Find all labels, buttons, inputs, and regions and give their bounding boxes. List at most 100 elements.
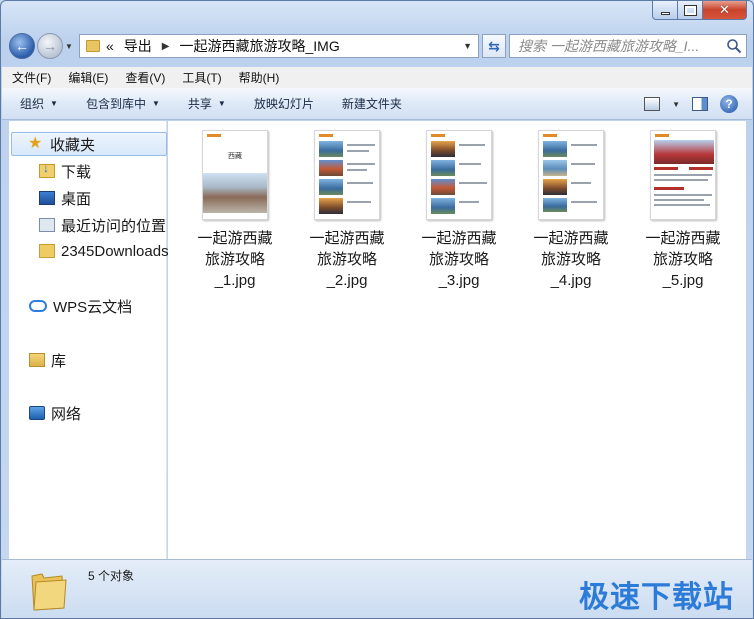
- thumbnail-text-line: [347, 201, 371, 203]
- address-bar[interactable]: « 导出 ▶ 一起游西藏旅游攻略_IMG ▼: [79, 34, 479, 58]
- maximize-button[interactable]: [678, 1, 703, 20]
- sidebar-favorites-label: 收藏夹: [50, 136, 96, 154]
- file-name-line: _4.jpg: [550, 272, 592, 289]
- breadcrumb-current-folder[interactable]: 一起游西藏旅游攻略_IMG: [180, 36, 340, 56]
- address-dropdown-icon[interactable]: ▼: [463, 41, 472, 51]
- preview-pane-icon[interactable]: [692, 97, 708, 111]
- minimize-icon: [660, 11, 670, 15]
- thumbnail-photo: [543, 179, 567, 195]
- cloud-icon: [29, 300, 47, 312]
- file-name: 一起游西藏 旅游攻略 _5.jpg: [633, 228, 733, 291]
- file-thumbnail: [314, 130, 380, 220]
- share-button[interactable]: 共享 ▼: [188, 95, 226, 112]
- chevron-down-icon: ▼: [151, 99, 160, 108]
- file-name-line: _5.jpg: [662, 272, 704, 289]
- menu-view[interactable]: 查看(V): [125, 69, 165, 86]
- back-button[interactable]: ←: [9, 33, 35, 59]
- include-in-library-button[interactable]: 包含到库中 ▼: [86, 95, 160, 112]
- sidebar-item-label: 2345Downloads: [61, 242, 169, 260]
- sidebar-item-downloads[interactable]: 下载: [39, 159, 91, 183]
- folder-icon: [31, 573, 67, 611]
- file-name-line: 旅游攻略: [652, 251, 713, 268]
- sidebar-item-libraries[interactable]: 库: [29, 348, 66, 372]
- thumbnail-text-line: [654, 199, 704, 201]
- watermark-text: 极速下载站: [579, 580, 734, 615]
- chevron-down-icon: ▼: [50, 99, 58, 108]
- share-label: 共享: [187, 97, 212, 111]
- thumbnail-photo: [319, 141, 343, 157]
- thumbnail-photo: [543, 141, 567, 157]
- search-icon[interactable]: [726, 38, 742, 54]
- file-name-line: 旅游攻略: [540, 251, 601, 268]
- file-name-line: 一起游西藏: [533, 230, 609, 247]
- thumbnail-photo: [431, 198, 455, 214]
- new-folder-button[interactable]: 新建文件夹: [342, 95, 402, 112]
- item-count: 5 个对象: [88, 569, 135, 583]
- file-name-line: 旅游攻略: [316, 251, 377, 268]
- view-options-dropdown-icon[interactable]: ▼: [672, 100, 680, 109]
- thumbnail-text-line: [654, 194, 712, 196]
- menu-bar: 文件(F) 编辑(E) 查看(V) 工具(T) 帮助(H): [2, 67, 752, 88]
- star-icon: ★: [28, 135, 43, 152]
- thumbnail-text-line: [654, 204, 710, 206]
- help-icon[interactable]: ?: [720, 95, 738, 113]
- file-name: 一起游西藏 旅游攻略 _1.jpg: [185, 228, 285, 291]
- minimize-button[interactable]: [652, 1, 678, 20]
- thumbnail-photo: [319, 198, 343, 214]
- close-button[interactable]: ✕: [703, 1, 747, 20]
- explorer-window: ✕ ← → ▼ « 导出 ▶ 一起游西藏旅游攻略_IMG ▼ ⇆ 搜索 一起游西…: [0, 0, 754, 619]
- address-overflow[interactable]: «: [106, 38, 114, 54]
- file-item[interactable]: 一起游西藏 旅游攻略 _5.jpg: [633, 130, 733, 291]
- library-icon: [29, 353, 45, 367]
- organize-button[interactable]: 组织 ▼: [20, 95, 58, 112]
- forward-arrow-icon: →: [43, 38, 57, 54]
- search-input[interactable]: 搜索 一起游西藏旅游攻略_I...: [509, 34, 747, 58]
- refresh-button[interactable]: ⇆: [482, 34, 506, 58]
- thumbnail-cover-title: 西藏: [228, 152, 242, 160]
- desktop-icon: [39, 191, 55, 205]
- sidebar-item-favorites[interactable]: ★ 收藏夹: [11, 132, 167, 156]
- thumbnail-text-line: [347, 150, 369, 152]
- file-name: 一起游西藏 旅游攻略 _4.jpg: [521, 228, 621, 291]
- file-item[interactable]: 一起游西藏 旅游攻略 _4.jpg: [521, 130, 621, 291]
- sidebar-item-recent-places[interactable]: 最近访问的位置: [39, 213, 166, 237]
- sidebar-item-wps-cloud[interactable]: WPS云文档: [29, 294, 132, 318]
- chevron-down-icon: ▼: [217, 99, 226, 108]
- thumbnail-text-line: [459, 144, 485, 146]
- thumbnail-photo: [543, 198, 567, 212]
- thumbnail-text-line: [654, 174, 712, 176]
- sidebar-item-desktop[interactable]: 桌面: [39, 186, 91, 210]
- maximize-icon: [683, 4, 697, 16]
- sidebar-item-label: 桌面: [61, 190, 92, 208]
- slideshow-button[interactable]: 放映幻灯片: [254, 95, 314, 112]
- file-thumbnail: [426, 130, 492, 220]
- organize-label: 组织: [20, 97, 45, 111]
- file-item[interactable]: 西藏 一起游西藏 旅游攻略 _1.jpg: [185, 130, 285, 291]
- thumbnail-photo: [203, 173, 267, 213]
- thumbnail-text-line: [347, 144, 375, 146]
- menu-file[interactable]: 文件(F): [12, 69, 51, 86]
- file-item[interactable]: 一起游西藏 旅游攻略 _2.jpg: [297, 130, 397, 291]
- file-item[interactable]: 一起游西藏 旅游攻略 _3.jpg: [409, 130, 509, 291]
- change-view-icon[interactable]: [644, 97, 661, 111]
- view-controls: ▼ ?: [644, 95, 738, 113]
- file-name-line: 一起游西藏: [197, 230, 273, 247]
- sidebar-item-network[interactable]: 网络: [29, 401, 81, 425]
- thumbnail-text-line: [459, 163, 481, 165]
- breadcrumb-export[interactable]: 导出: [124, 36, 152, 56]
- breadcrumb-separator-icon[interactable]: ▶: [162, 41, 170, 52]
- thumbnail-text-line: [571, 144, 597, 146]
- sidebar-item-2345downloads[interactable]: 2345Downloads: [39, 239, 169, 263]
- thumbnail-photo: [654, 140, 714, 164]
- navigation-bar: ← → ▼ « 导出 ▶ 一起游西藏旅游攻略_IMG ▼ ⇆ 搜索 一起游西藏旅…: [9, 31, 747, 61]
- folder-icon: [86, 40, 100, 52]
- menu-tools[interactable]: 工具(T): [182, 69, 221, 86]
- new-folder-label: 新建文件夹: [341, 97, 402, 111]
- sidebar-item-label: 网络: [51, 405, 82, 423]
- recent-pages-dropdown[interactable]: ▼: [65, 42, 77, 51]
- sidebar-item-label: 最近访问的位置: [61, 217, 167, 235]
- menu-edit[interactable]: 编辑(E): [68, 69, 108, 86]
- forward-button[interactable]: →: [37, 33, 63, 59]
- thumbnail-photo: [431, 179, 455, 195]
- menu-help[interactable]: 帮助(H): [239, 69, 280, 86]
